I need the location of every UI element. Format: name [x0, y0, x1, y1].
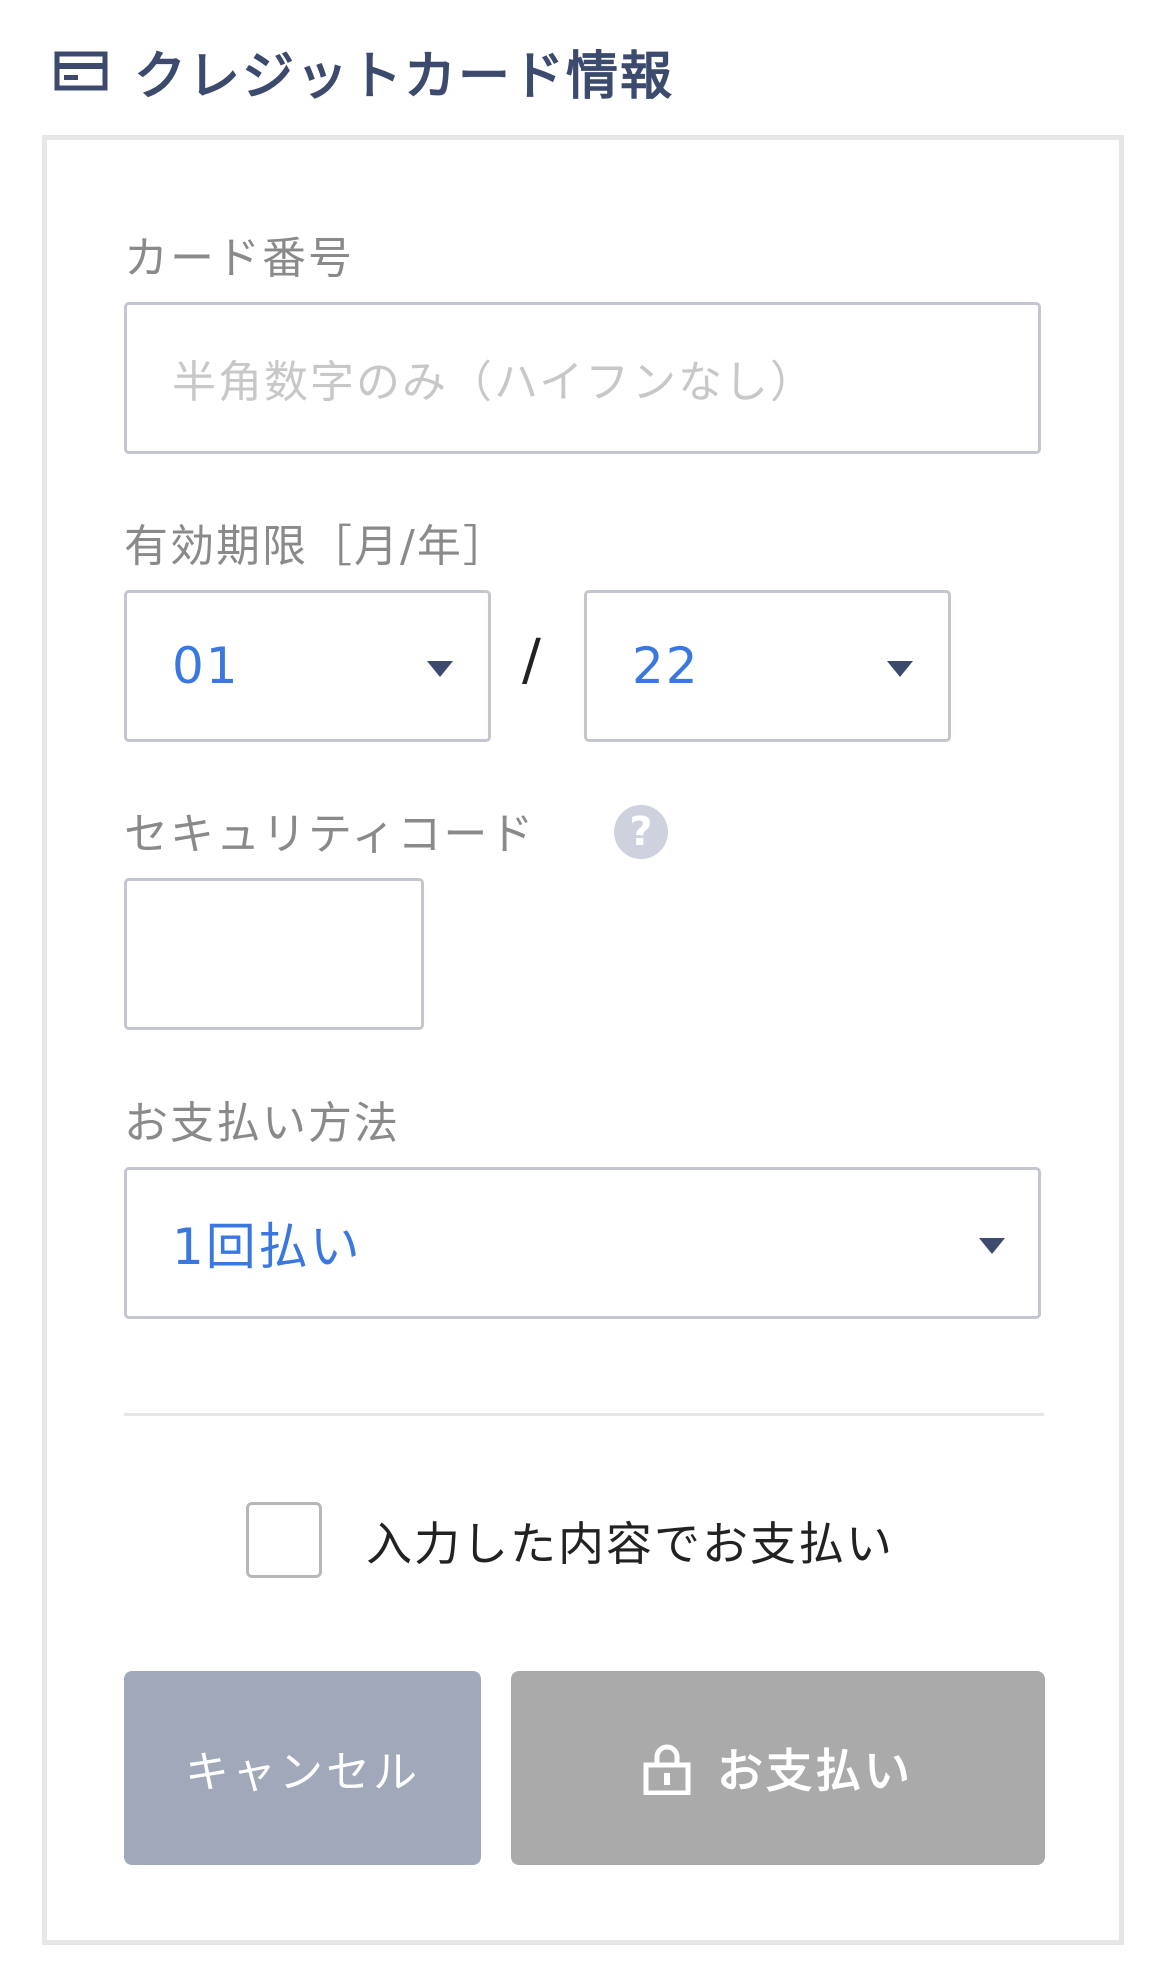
payment-method-select[interactable]: 1回払い	[124, 1167, 1041, 1319]
cancel-button[interactable]: キャンセル	[124, 1671, 481, 1865]
chevron-down-icon	[427, 661, 453, 677]
expiry-month-value: 01	[172, 637, 240, 695]
section-title: クレジットカード情報	[134, 46, 675, 107]
help-icon[interactable]: ?	[614, 805, 668, 859]
expiry-month-select[interactable]: 01	[124, 590, 491, 742]
cancel-button-label: キャンセル	[185, 1747, 420, 1798]
card-number-label: カード番号	[124, 233, 354, 284]
security-code-label: セキュリティコード	[124, 809, 536, 860]
confirm-checkbox[interactable]	[246, 1502, 322, 1578]
chevron-down-icon	[887, 661, 913, 677]
chevron-down-icon	[979, 1238, 1005, 1254]
expiry-year-value: 22	[632, 637, 700, 695]
expiry-label: 有効期限［月/年］	[124, 521, 509, 572]
expiry-year-select[interactable]: 22	[584, 590, 951, 742]
confirm-checkbox-label[interactable]: 入力した内容でお支払い	[366, 1508, 894, 1574]
expiry-separator: /	[522, 628, 541, 693]
payment-method-value: 1回払い	[172, 1218, 362, 1276]
pay-button[interactable]: お支払い	[511, 1671, 1045, 1865]
pay-button-label: お支払い	[717, 1744, 913, 1798]
security-code-input[interactable]	[124, 878, 424, 1030]
payment-method-label: お支払い方法	[124, 1098, 400, 1149]
card-number-input[interactable]: 半角数字のみ（ハイフンなし）	[124, 302, 1041, 454]
credit-card-icon	[54, 44, 108, 98]
card-number-placeholder: 半角数字のみ（ハイフンなし）	[172, 357, 816, 408]
lock-icon	[643, 1741, 691, 1795]
divider	[124, 1413, 1044, 1416]
section-header: クレジットカード情報	[54, 36, 675, 107]
